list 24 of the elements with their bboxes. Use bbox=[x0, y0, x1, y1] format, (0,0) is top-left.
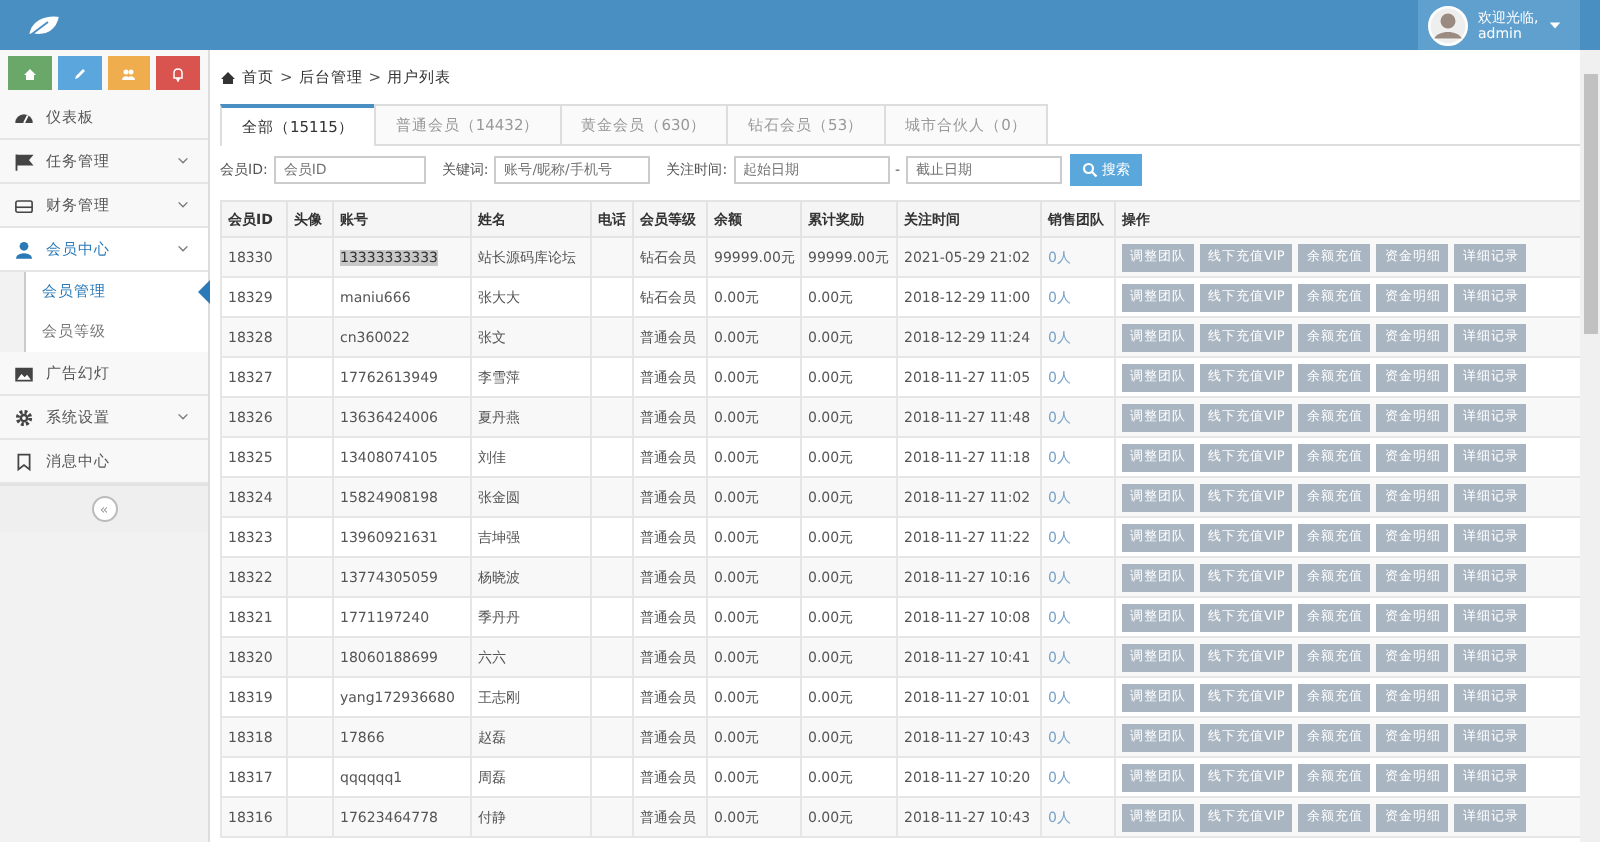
quick-button[interactable] bbox=[8, 56, 52, 90]
user-icon bbox=[14, 239, 34, 259]
chevron-icon bbox=[176, 242, 190, 256]
users-icon bbox=[120, 65, 137, 81]
chevron-icon bbox=[176, 154, 190, 168]
home-icon bbox=[21, 65, 38, 81]
bell-icon bbox=[170, 65, 187, 81]
quick-button[interactable] bbox=[107, 56, 151, 90]
quick-button[interactable] bbox=[57, 56, 101, 90]
image-icon bbox=[14, 363, 34, 383]
leaf-icon bbox=[24, 11, 64, 39]
search-icon bbox=[1082, 162, 1099, 178]
chevron-icon bbox=[176, 410, 190, 424]
gear-icon bbox=[14, 407, 34, 427]
quick-button[interactable] bbox=[156, 56, 200, 90]
home-icon bbox=[220, 69, 236, 85]
caret-icon bbox=[1548, 18, 1563, 32]
pencil-icon bbox=[71, 65, 88, 81]
flag-icon bbox=[14, 151, 34, 171]
chevron-icon bbox=[176, 198, 190, 212]
scrollbar[interactable] bbox=[1580, 50, 1600, 842]
bookmark-icon bbox=[14, 451, 34, 471]
tray-icon bbox=[14, 195, 34, 215]
avatar-icon bbox=[1428, 5, 1468, 45]
